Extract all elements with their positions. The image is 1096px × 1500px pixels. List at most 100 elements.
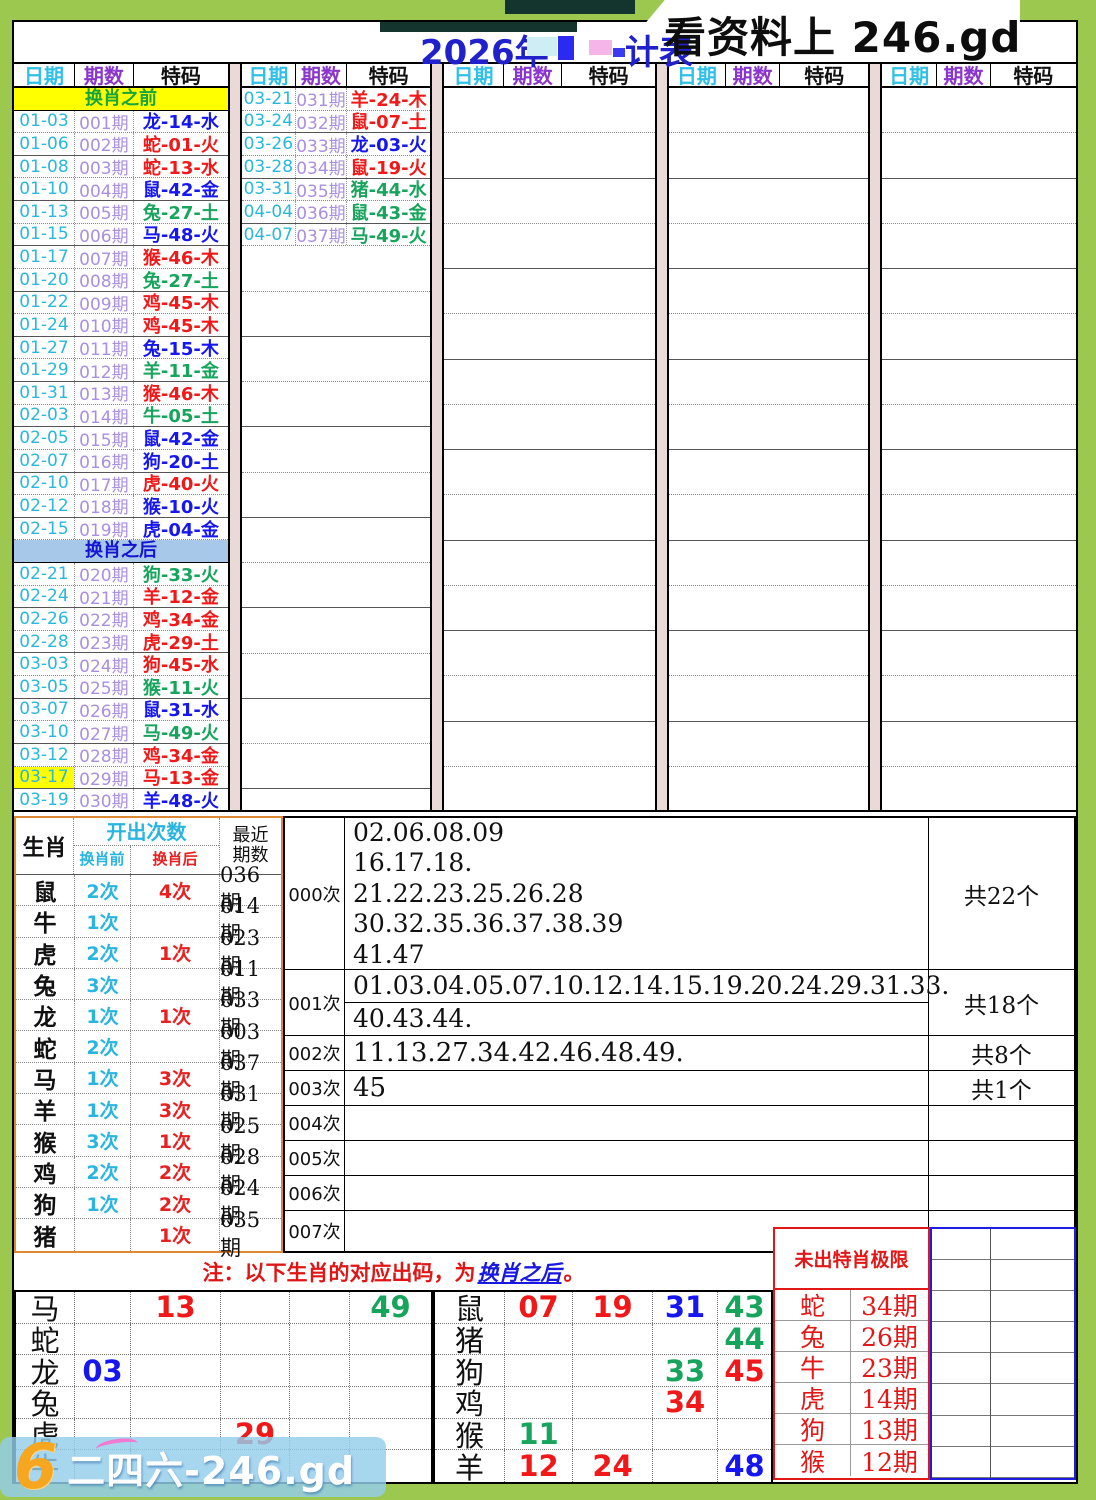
- stats-before-count: 2次: [74, 938, 130, 968]
- freq-total: 共18个: [929, 970, 1074, 1035]
- draw-code: 兔-27-土: [134, 269, 228, 291]
- freq-numbers: [345, 1106, 929, 1140]
- stats-zodiac: 蛇: [16, 1031, 74, 1061]
- empty-rows: [444, 88, 655, 812]
- draw-code: 猴-10-火: [134, 495, 228, 517]
- number-row: 羊 12 24 48: [435, 1450, 771, 1482]
- draw-row: 01-31 013期 猴-46-木: [14, 382, 228, 405]
- draw-row: 02-03 014期 牛-05-土: [14, 405, 228, 428]
- stats-row: 猪 1次 035期: [16, 1219, 281, 1250]
- stats-before-count: 2次: [74, 1157, 130, 1187]
- draw-code: 猴-46-木: [134, 382, 228, 404]
- col-header-code: 特码: [991, 62, 1076, 86]
- separator-bar: [228, 62, 242, 812]
- draw-row: 01-29 012期 羊-11-金: [14, 359, 228, 382]
- freq-row-001: 001次 01.03.04.05.07.10.12.14.15.19.20.24…: [285, 970, 1074, 1036]
- censor-blob-blue-small: [613, 48, 625, 57]
- limit-period: 13期: [851, 1414, 928, 1444]
- draw-code: 虎-29-土: [134, 631, 228, 653]
- stats-after-count: [130, 1031, 219, 1061]
- draw-date: 01-17: [14, 246, 74, 268]
- draw-period: 006期: [74, 224, 134, 246]
- draw-row: 01-03 001期 龙-14-水: [14, 111, 228, 134]
- draw-period: 005期: [74, 201, 134, 223]
- draw-row: 03-05 025期 猴-11-火: [14, 676, 228, 699]
- draw-period: 029期: [74, 767, 134, 789]
- freq-label: 003次: [285, 1071, 345, 1105]
- freq-numbers: 11.13.27.34.42.46.48.49.: [345, 1036, 929, 1070]
- number-row: 马 13 49: [16, 1292, 431, 1324]
- draw-row: 02-21 020期 狗-33-火: [14, 563, 228, 586]
- band-after-switch: 换肖之后: [14, 540, 228, 563]
- empty-rows: [242, 246, 430, 812]
- draw-period: 033期: [295, 133, 348, 155]
- limit-zodiac: 虎: [775, 1383, 851, 1413]
- draw-date: 01-22: [14, 292, 74, 314]
- number-cell: 33: [652, 1355, 717, 1386]
- draw-period: 008期: [74, 269, 134, 291]
- draw-date: 01-03: [14, 111, 74, 133]
- draw-date: 02-07: [14, 450, 74, 472]
- draw-period: 021期: [74, 586, 134, 608]
- freq-label: 000次: [285, 818, 345, 969]
- stats-after-count: 3次: [130, 1094, 219, 1124]
- number-row: 鸡 34: [435, 1387, 771, 1419]
- stats-zodiac: 羊: [16, 1094, 74, 1124]
- draw-period: 032期: [295, 111, 348, 133]
- draw-code: 龙-03-火: [347, 133, 430, 155]
- draw-period: 023期: [74, 631, 134, 653]
- number-cell: [74, 1324, 130, 1355]
- draw-code: 鸡-34-金: [134, 744, 228, 766]
- draw-row: 04-07 037期 马-49-火: [242, 224, 430, 247]
- draw-period: 017期: [74, 473, 134, 495]
- freq-label: 002次: [285, 1036, 345, 1070]
- draw-date: 03-07: [14, 699, 74, 721]
- number-row: 龙 03: [16, 1355, 431, 1387]
- draw-row: 03-12 028期 鸡-34-金: [14, 744, 228, 767]
- group-header: 日期 期数 特码: [669, 62, 868, 88]
- draw-period: 001期: [74, 111, 134, 133]
- draw-period: 037期: [295, 224, 348, 246]
- zodiac-stats-table: 生肖 开出次数 换肖前 换肖后 最近 期数 鼠 2次 4次 036期: [14, 816, 283, 1253]
- draw-code: 羊-48-火: [134, 789, 228, 811]
- col-header-code: 特码: [134, 62, 228, 86]
- draw-code: 马-49-火: [134, 721, 228, 743]
- blue-empty-grid: [930, 1227, 1076, 1480]
- draw-row: 02-12 018期 猴-10-火: [14, 495, 228, 518]
- number-cell: [220, 1355, 289, 1386]
- number-cell: 11: [504, 1419, 572, 1450]
- draw-period: 004期: [74, 178, 134, 200]
- stats-before-count: 1次: [74, 1094, 130, 1124]
- draw-row: 02-10 017期 虎-40-火: [14, 473, 228, 496]
- draw-date: 01-27: [14, 337, 74, 359]
- draw-period: 003期: [74, 156, 134, 178]
- limit-period: 14期: [851, 1383, 928, 1413]
- draw-row: 03-26 033期 龙-03-火: [242, 133, 430, 156]
- draw-row: 01-15 006期 马-48-火: [14, 224, 228, 247]
- empty-rows: [882, 88, 1076, 812]
- draw-date: 01-31: [14, 382, 74, 404]
- draw-row: 02-07 016期 狗-20-土: [14, 450, 228, 473]
- number-cell: 07: [504, 1292, 572, 1323]
- number-cell: [74, 1292, 130, 1323]
- draw-period: 002期: [74, 133, 134, 155]
- freq-numbers: [345, 1141, 929, 1175]
- draw-group-2: 日期 期数 特码 03-21 031期 羊-24-木 03-24 032期 鼠-…: [242, 62, 430, 812]
- number-cell: [289, 1292, 349, 1323]
- draw-date: 01-08: [14, 156, 74, 178]
- draw-code: 鸡-45-木: [134, 292, 228, 314]
- draw-row: 01-08 003期 蛇-13-水: [14, 156, 228, 179]
- table-bottom-line: [14, 810, 1076, 812]
- stats-after-count: [130, 969, 219, 999]
- draw-period: 024期: [74, 653, 134, 675]
- draw-row: 01-24 010期 鸡-45-木: [14, 314, 228, 337]
- freq-numbers: 45: [345, 1071, 929, 1105]
- draw-code: 鼠-19-火: [347, 156, 430, 178]
- draw-period: 022期: [74, 608, 134, 630]
- draw-row: 03-03 024期 狗-45-水: [14, 653, 228, 676]
- limit-table: 未出特肖极限 蛇 34期 兔 26期 牛 23期 虎 14期 狗 13期: [773, 1227, 930, 1480]
- number-row: 猴 11: [435, 1419, 771, 1451]
- number-cell: 19: [572, 1292, 652, 1323]
- draw-code: 龙-14-水: [134, 111, 228, 133]
- draw-code: 鼠-42-金: [134, 427, 228, 449]
